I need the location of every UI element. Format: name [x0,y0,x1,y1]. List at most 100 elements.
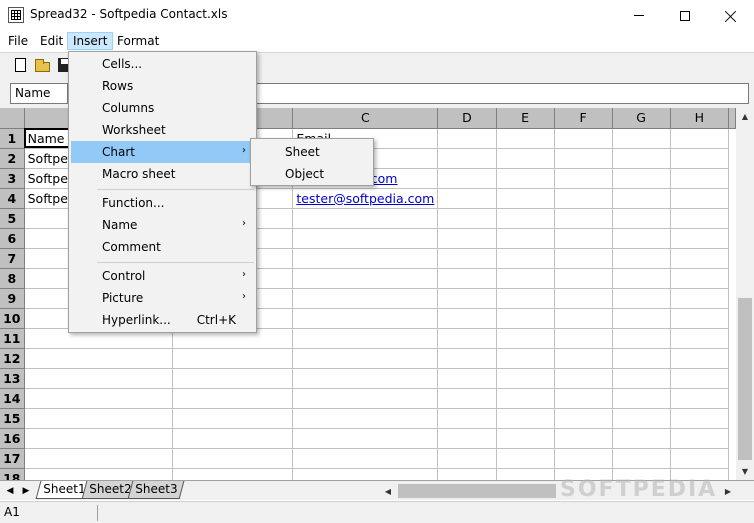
grid-cell[interactable] [24,388,173,409]
menu-item-rows[interactable]: Rows [71,75,254,97]
grid-corner[interactable] [0,108,25,129]
row-header[interactable]: 5 [0,208,25,229]
grid-cell[interactable] [172,448,294,469]
grid-cell[interactable] [292,328,439,349]
grid-cell[interactable] [437,388,497,409]
menu-edit[interactable]: Edit [34,32,69,50]
menu-item-name[interactable]: Name › [71,214,254,236]
sheet-tab-3[interactable]: Sheet3 [127,481,185,499]
grid-cell[interactable] [496,208,555,229]
grid-cell[interactable] [496,388,555,409]
grid-cell[interactable] [554,148,613,169]
grid-cell[interactable] [292,268,439,289]
grid-cell[interactable] [437,468,497,480]
open-file-button[interactable] [34,57,52,75]
grid-cell[interactable] [612,128,671,149]
grid-cell[interactable] [670,288,730,309]
menu-item-cells[interactable]: Cells... [71,53,254,75]
grid-cell[interactable]: tester@softpedia.com [292,188,439,209]
row-header[interactable]: 3 [0,168,25,189]
row-header[interactable]: 14 [0,388,25,409]
grid-cell[interactable] [670,188,730,209]
grid-cell[interactable] [612,448,671,469]
grid-cell[interactable] [612,388,671,409]
grid-cell[interactable] [670,368,730,389]
grid-cell[interactable] [670,388,730,409]
grid-cell[interactable] [496,148,555,169]
row-header[interactable]: 7 [0,248,25,269]
grid-cell[interactable] [437,308,497,329]
scroll-up-icon[interactable]: ▲ [736,108,754,125]
grid-cell[interactable] [24,448,173,469]
tab-prev-icon[interactable]: ◀ [3,484,17,498]
grid-cell[interactable] [612,148,671,169]
grid-cell[interactable] [554,208,613,229]
grid-cell[interactable] [292,448,439,469]
grid-cell[interactable] [670,208,730,229]
grid-cell[interactable] [292,308,439,329]
grid-cell[interactable] [496,428,555,449]
column-header[interactable]: D [437,108,497,129]
grid-cell[interactable] [437,228,497,249]
grid-cell[interactable] [670,348,730,369]
grid-cell[interactable] [292,348,439,369]
grid-cell[interactable] [670,268,730,289]
grid-cell[interactable] [437,128,497,149]
tab-next-icon[interactable]: ▶ [19,484,33,498]
grid-cell[interactable] [496,368,555,389]
grid-cell[interactable] [292,248,439,269]
row-header[interactable]: 9 [0,288,25,309]
grid-cell[interactable] [554,248,613,269]
grid-cell[interactable] [670,408,730,429]
grid-cell[interactable] [554,388,613,409]
grid-cell[interactable] [612,288,671,309]
grid-cell[interactable] [670,148,730,169]
grid-cell[interactable] [496,448,555,469]
column-header[interactable]: H [670,108,730,129]
row-header[interactable]: 1 [0,128,25,149]
grid-cell[interactable] [612,348,671,369]
row-header[interactable]: 10 [0,308,25,329]
grid-cell[interactable] [554,188,613,209]
grid-cell[interactable] [437,288,497,309]
column-header[interactable]: G [612,108,671,129]
row-header[interactable]: 8 [0,268,25,289]
grid-cell[interactable] [670,308,730,329]
grid-cell[interactable] [292,228,439,249]
grid-cell[interactable] [612,228,671,249]
grid-cell[interactable] [496,348,555,369]
column-header[interactable] [728,108,736,129]
grid-cell[interactable] [496,408,555,429]
grid-cell[interactable] [612,188,671,209]
grid-cell[interactable] [670,448,730,469]
grid-cell[interactable] [292,368,439,389]
grid-cell[interactable] [554,288,613,309]
formula-input[interactable] [256,83,749,104]
grid-cell[interactable] [554,408,613,429]
grid-cell[interactable] [292,288,439,309]
grid-cell[interactable] [554,228,613,249]
grid-cell[interactable] [437,208,497,229]
scroll-right-icon[interactable]: ▶ [720,483,736,499]
grid-cell[interactable] [670,248,730,269]
grid-cell[interactable] [496,228,555,249]
horizontal-scroll-thumb[interactable] [398,484,556,498]
grid-cell[interactable] [496,168,555,189]
row-header[interactable]: 2 [0,148,25,169]
grid-cell[interactable] [612,408,671,429]
grid-cell[interactable] [612,308,671,329]
column-header[interactable]: C [292,108,439,129]
grid-cell[interactable] [292,428,439,449]
grid-cell[interactable] [496,268,555,289]
menu-format[interactable]: Format [111,32,165,50]
submenu-item-object[interactable]: Object [253,163,371,185]
grid-cell[interactable] [437,348,497,369]
grid-cell[interactable] [437,428,497,449]
grid-cell[interactable] [670,328,730,349]
menu-item-worksheet[interactable]: Worksheet [71,119,254,141]
grid-cell[interactable] [554,368,613,389]
grid-cell[interactable] [612,268,671,289]
grid-cell[interactable] [437,148,497,169]
grid-cell[interactable] [437,188,497,209]
maximize-button[interactable] [662,0,708,31]
